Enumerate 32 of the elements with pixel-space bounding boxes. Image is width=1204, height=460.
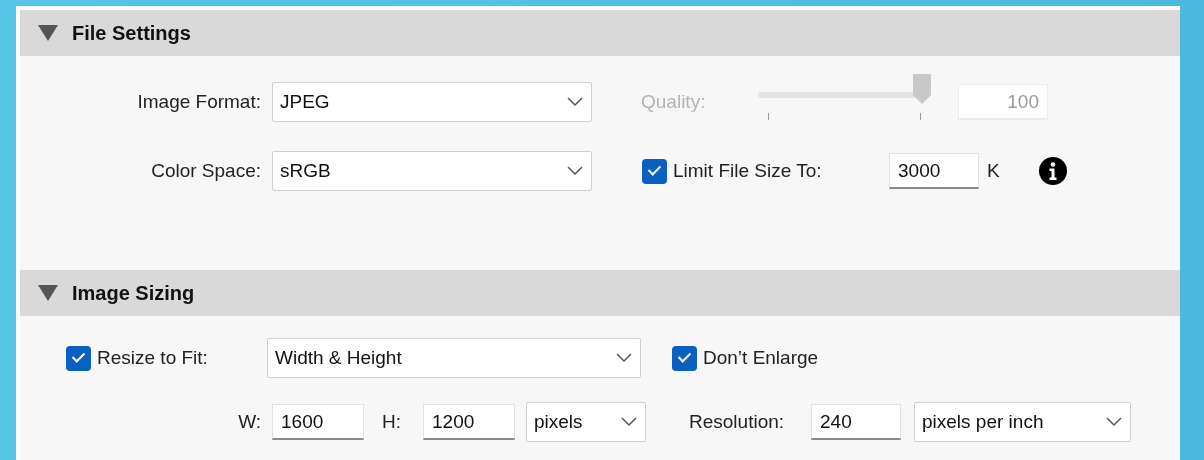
info-icon[interactable] [1038,157,1067,185]
field-label: H: [382,411,402,433]
image-format-dropdown[interactable]: JPEG [272,82,592,122]
chevron-down-icon [616,353,632,363]
color-space-dropdown[interactable]: sRGB [272,151,592,191]
section-header[interactable]: Image Sizing [20,270,1180,316]
checkbox-label: Limit File Size To: [673,160,823,182]
unit-label: K [987,160,1000,182]
section-title: File Settings [72,21,191,45]
chevron-down-icon [567,97,583,107]
height-field[interactable]: 1200 [423,404,515,440]
field-label: Quality: [641,91,707,113]
resolution-field[interactable]: 240 [811,404,901,440]
field-label: Color Space: [150,160,261,182]
size-unit-dropdown[interactable]: pixels [526,402,646,442]
checkbox[interactable] [66,345,91,371]
checkbox-label: Resize to Fit: [97,347,209,369]
checkbox[interactable] [672,345,697,371]
chevron-down-icon [1106,417,1122,427]
resize-mode-dropdown[interactable]: Width & Height [267,338,641,378]
section-title: Image Sizing [72,281,195,305]
width-field[interactable]: 1600 [272,404,364,440]
field-label: W: [237,411,261,433]
checkbox-label: Don’t Enlarge [703,347,819,369]
chevron-down-icon [621,417,637,427]
section-header[interactable]: File Settings [20,10,1180,56]
field-label: Resolution: [689,411,786,433]
resolution-unit-dropdown[interactable]: pixels per inch [914,402,1131,442]
file-size-field[interactable]: 3000 [889,153,979,189]
checkbox[interactable] [642,158,667,184]
chevron-down-icon [567,166,583,176]
field-label: Image Format: [136,91,261,113]
